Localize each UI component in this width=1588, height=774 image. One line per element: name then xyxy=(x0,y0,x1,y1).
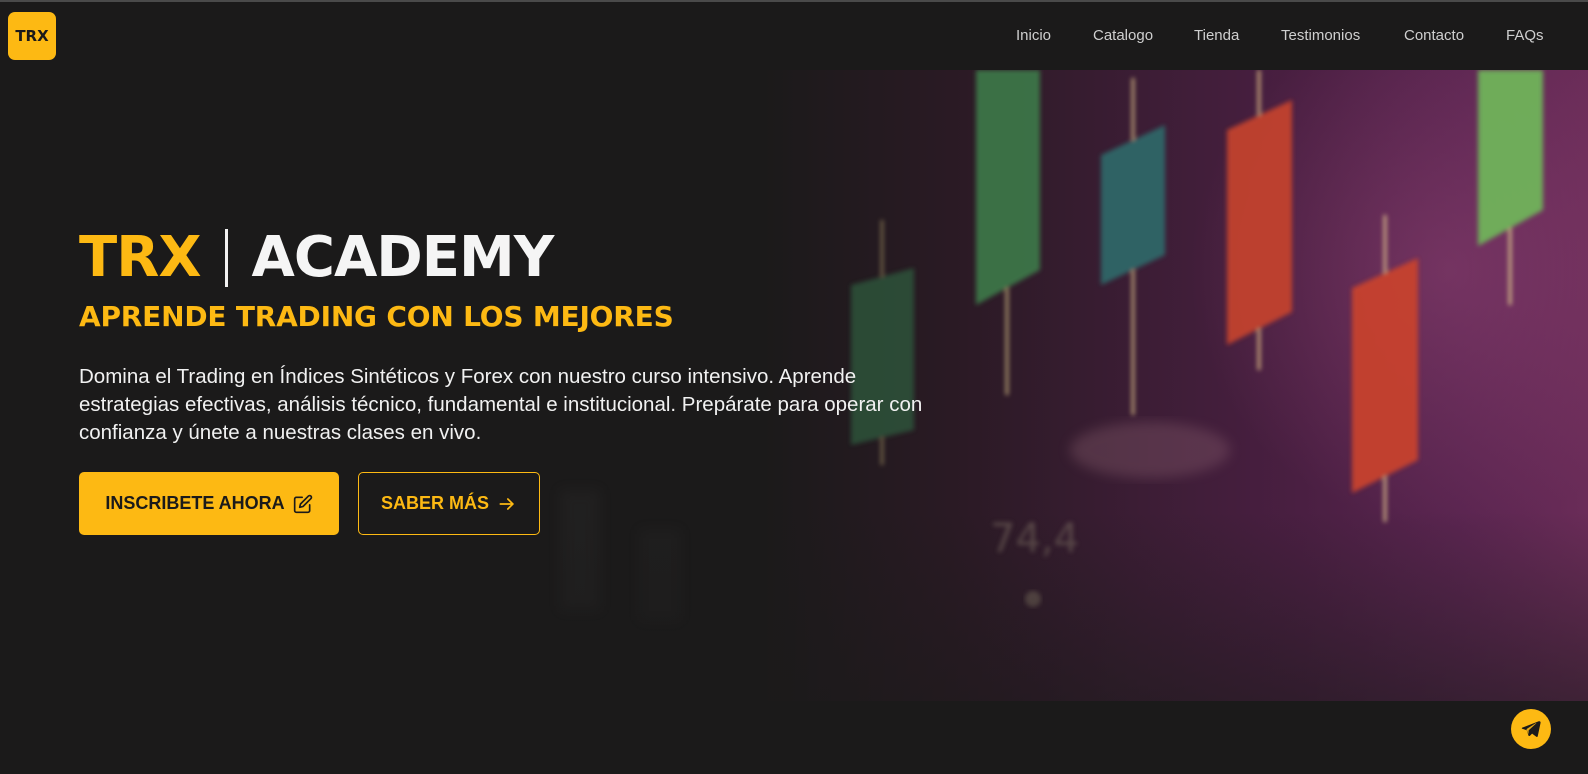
hero-title-brand: TRX xyxy=(79,225,201,290)
nav-link-inicio[interactable]: Inicio xyxy=(1016,27,1051,44)
hero-description: Domina el Trading en Índices Sintéticos … xyxy=(79,365,923,444)
hero-title-academy: ACADEMY xyxy=(251,225,555,290)
logo[interactable]: TRX xyxy=(8,12,56,60)
nav-link-contacto[interactable]: Contacto xyxy=(1404,27,1464,44)
navbar: TRX Inicio Catalogo Tienda Testimonios C… xyxy=(0,2,1588,70)
nav-link-testimonios[interactable]: Testimonios xyxy=(1281,27,1360,44)
nav-link-faqs[interactable]: FAQs xyxy=(1506,27,1544,44)
ghost-candle xyxy=(560,490,600,610)
enroll-now-button[interactable]: INSCRIBETE AHORA xyxy=(79,472,339,535)
nav-link-catalogo[interactable]: Catalogo xyxy=(1093,27,1153,44)
learn-more-label: SABER MÁS xyxy=(380,493,489,513)
edit-icon xyxy=(293,494,313,514)
chart-readout: 74,4 xyxy=(990,516,1079,562)
nav-link-tienda[interactable]: Tienda xyxy=(1194,27,1239,44)
telegram-icon xyxy=(1520,718,1542,740)
hero-subtitle: APRENDE TRADING CON LOS MEJORES xyxy=(79,300,674,333)
learn-more-button[interactable]: SABER MÁS xyxy=(358,472,540,535)
telegram-button[interactable] xyxy=(1511,709,1551,749)
arrow-right-icon xyxy=(497,494,517,514)
bottom-band xyxy=(0,701,1588,774)
page: 74,4 TRX Inicio Catalogo Tienda Testimon… xyxy=(0,0,1588,774)
hero-title-separator xyxy=(224,229,228,287)
chart-dot xyxy=(1025,591,1041,607)
enroll-now-label: INSCRIBETE AHORA xyxy=(105,493,285,513)
hero-title: TRX ACADEMY xyxy=(79,225,555,290)
